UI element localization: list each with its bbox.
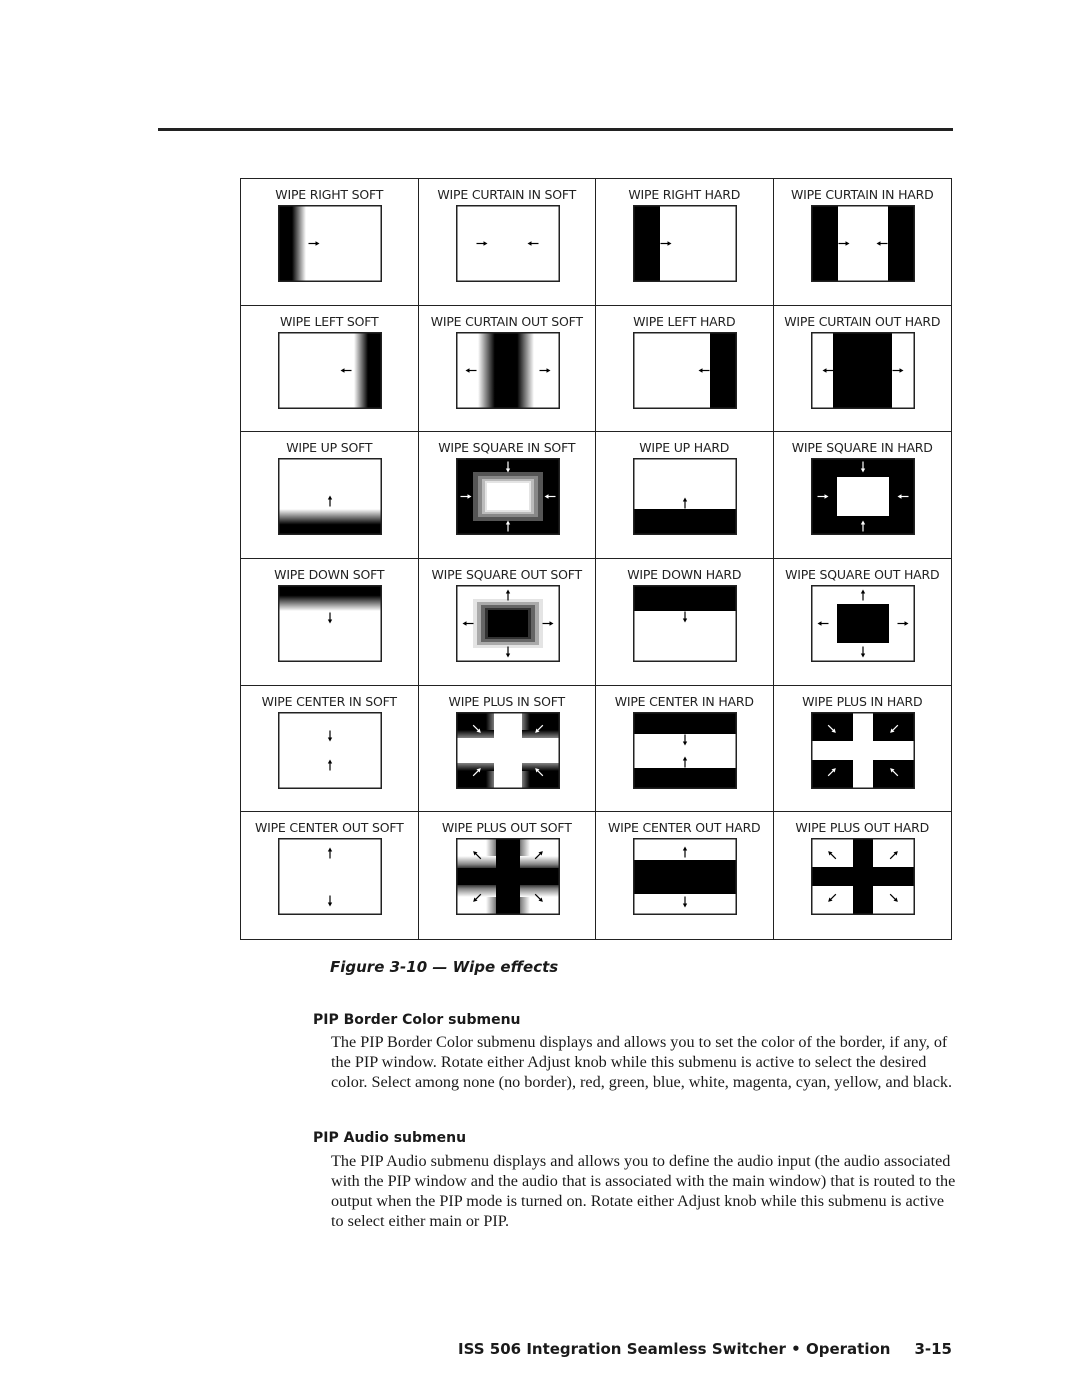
wipe-label: WIPE PLUS OUT HARD: [795, 820, 930, 836]
wipe-illustration-plus-out-soft: [455, 838, 560, 916]
wipe-illustration-left-hard: [633, 331, 737, 409]
wipe-illustration-up-hard: [633, 458, 737, 536]
wipe-label: WIPE CENTER OUT SOFT: [254, 820, 404, 836]
wipe-cell-plus-out-soft: WIPE PLUS OUT SOFT: [419, 812, 596, 939]
wipe-illustration-center-out-hard: [633, 838, 737, 916]
wipe-label: WIPE PLUS OUT SOFT: [441, 820, 572, 836]
figure-caption: Figure 3-10 — Wipe effects: [330, 958, 559, 976]
wipe-illustration-curtain-in-soft: [455, 205, 560, 282]
wipe-illustration-plus-in-soft: [455, 711, 560, 789]
wipe-cell-center-in-hard: WIPE CENTER IN HARD: [596, 685, 774, 813]
wipe-label: WIPE RIGHT HARD: [628, 187, 741, 202]
wipe-cell-left-soft: WIPE LEFT SOFT: [241, 305, 419, 433]
wipe-label: WIPE UP SOFT: [286, 440, 373, 456]
wipe-cell-square-in-soft: WIPE SQUARE IN SOFT: [418, 432, 596, 559]
wipe-illustration-plus-out-hard: [810, 838, 915, 916]
wipe-effects-figure: WIPE RIGHT SOFT WIPE CURTAIN IN SOFT WIPE …: [240, 178, 952, 940]
wipe-cell-curtain-out-soft: WIPE CURTAIN OUT SOFT: [418, 305, 596, 433]
wipe-cell-square-out-hard: WIPE SQUARE OUT HARD: [773, 559, 951, 686]
wipe-illustration-curtain-out-soft: [455, 331, 560, 409]
wipe-illustration-square-out-soft: [455, 584, 560, 662]
wipe-cell-center-in-soft: WIPE CENTER IN SOFT: [241, 685, 419, 813]
wipe-label: WIPE DOWN HARD: [627, 566, 742, 582]
wipe-label: WIPE SQUARE OUT HARD: [785, 566, 940, 582]
page-footer: ISS 506 Integration Seamless Switcher • …: [458, 1340, 952, 1358]
wipe-label: WIPE SQUARE IN SOFT: [438, 440, 576, 456]
wipe-cell-plus-out-hard: WIPE PLUS OUT HARD: [774, 812, 952, 939]
wipe-illustration-curtain-in-hard: [810, 205, 915, 282]
wipe-label: WIPE SQUARE IN HARD: [791, 440, 933, 456]
wipe-label: WIPE CENTER IN SOFT: [261, 693, 397, 709]
wipe-label: WIPE LEFT HARD: [633, 313, 736, 329]
wipe-illustration-center-in-soft: [278, 711, 382, 789]
wipe-cell-up-soft: WIPE UP SOFT: [241, 432, 419, 559]
pip-border-color-heading: PIP Border Color submenu: [313, 1012, 521, 1028]
wipe-cell-curtain-in-soft: WIPE CURTAIN IN SOFT: [418, 179, 596, 306]
wipe-label: WIPE PLUS IN SOFT: [448, 693, 566, 709]
header-rule: [158, 128, 953, 131]
wipe-illustration-right-hard: [633, 205, 737, 282]
wipe-illustration-curtain-out-hard: [810, 331, 915, 409]
wipe-illustration-square-in-hard: [810, 458, 915, 536]
wipe-cell-square-in-hard: WIPE SQUARE IN HARD: [773, 432, 951, 559]
wipe-illustration-left-soft: [278, 331, 382, 409]
wipe-cell-square-out-soft: WIPE SQUARE OUT SOFT: [418, 558, 596, 686]
wipe-cell-center-out-soft: WIPE CENTER OUT SOFT: [241, 812, 419, 939]
wipe-illustration-plus-in-hard: [810, 711, 915, 789]
wipe-cell-left-hard: WIPE LEFT HARD: [596, 305, 774, 433]
wipe-label: WIPE CURTAIN IN SOFT: [437, 187, 577, 202]
wipe-illustration-right-soft: [278, 205, 382, 282]
wipe-label: WIPE SQUARE OUT SOFT: [431, 566, 583, 582]
wipe-cell-down-soft: WIPE DOWN SOFT: [241, 558, 419, 686]
wipe-label: WIPE RIGHT SOFT: [275, 187, 384, 202]
wipe-cell-up-hard: WIPE UP HARD: [596, 432, 774, 559]
wipe-illustration-down-hard: [633, 584, 737, 662]
wipe-cell-down-hard: WIPE DOWN HARD: [596, 558, 774, 686]
wipe-label: WIPE CURTAIN IN HARD: [790, 187, 934, 202]
wipe-label: WIPE PLUS IN HARD: [802, 693, 923, 709]
wipe-cell-curtain-in-hard: WIPE CURTAIN IN HARD: [773, 179, 951, 306]
pip-audio-body: The PIP Audio submenu displays and allow…: [331, 1152, 956, 1230]
wipe-illustration-center-out-soft: [278, 838, 382, 916]
wipe-cell-right-hard: WIPE RIGHT HARD: [596, 179, 774, 306]
wipe-label: WIPE LEFT SOFT: [280, 313, 379, 329]
wipe-label: WIPE CENTER OUT HARD: [608, 820, 761, 836]
wipe-cell-plus-in-hard: WIPE PLUS IN HARD: [773, 686, 951, 813]
page-number: 3-15: [914, 1340, 952, 1358]
wipe-illustration-up-soft: [278, 458, 382, 536]
wipe-cell-center-out-hard: WIPE CENTER OUT HARD: [596, 812, 774, 939]
wipe-cell-curtain-out-hard: WIPE CURTAIN OUT HARD: [773, 306, 951, 433]
wipe-label: WIPE DOWN SOFT: [274, 566, 385, 582]
wipe-illustration-down-soft: [278, 584, 382, 662]
wipe-label: WIPE CENTER IN HARD: [614, 693, 754, 709]
pip-border-color-body: The PIP Border Color submenu displays an…: [331, 1033, 953, 1091]
wipe-illustration-square-in-soft: [455, 458, 560, 536]
wipe-illustration-square-out-hard: [810, 584, 915, 662]
wipe-cell-plus-in-soft: WIPE PLUS IN SOFT: [418, 685, 596, 813]
wipe-illustration-center-in-hard: [633, 711, 737, 789]
footer-title: ISS 506 Integration Seamless Switcher • …: [458, 1340, 891, 1358]
pip-audio-heading: PIP Audio submenu: [313, 1130, 467, 1146]
wipe-label: WIPE CURTAIN OUT SOFT: [430, 313, 583, 329]
wipe-label: WIPE CURTAIN OUT HARD: [784, 313, 941, 329]
wipe-cell-right-soft: WIPE RIGHT SOFT: [241, 179, 419, 306]
wipe-label: WIPE UP HARD: [639, 440, 730, 456]
